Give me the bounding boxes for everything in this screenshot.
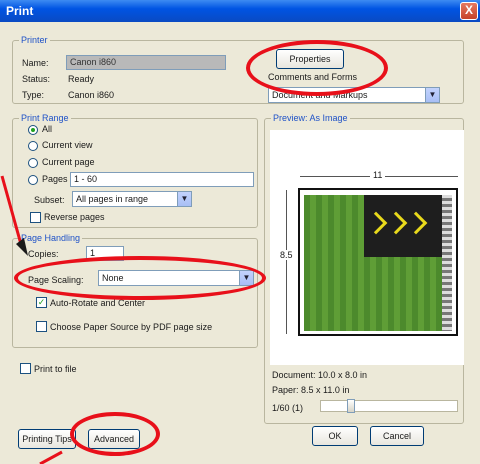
annotation-ellipse-page-scaling [14,256,266,300]
slider-thumb[interactable] [347,399,355,413]
radio-current-page[interactable] [28,158,38,168]
printer-type-value: Canon i860 [68,90,115,100]
document-size: Document: 10.0 x 8.0 in [272,370,368,380]
cancel-button[interactable]: Cancel [370,426,424,446]
radio-current-view-label: Current view [42,140,93,150]
printing-tips-button[interactable]: Printing Tips [18,429,76,449]
printer-type-label: Type: [22,90,45,100]
copies-label: Copies: [28,249,59,259]
radio-all-label: All [42,124,53,134]
title-bar[interactable]: Print X [0,0,480,22]
printer-status-value: Ready [68,74,95,84]
paper-size: Paper: 8.5 x 11.0 in [272,385,350,395]
printer-name-field[interactable]: Canon i860 [66,55,226,70]
printer-status-label: Status: [22,74,51,84]
subset-label: Subset: [34,195,65,205]
paper-source-checkbox[interactable] [36,321,47,332]
annotation-ellipse-advanced [70,412,160,456]
subset-select[interactable]: All pages in range ▼ [72,191,192,207]
page-handling-legend: Page Handling [19,233,83,243]
print-to-file-checkbox[interactable] [20,363,31,374]
pages-range-input[interactable]: 1 - 60 [70,172,254,187]
print-range-legend: Print Range [19,113,71,123]
page-counter: 1/60 (1) [272,403,304,413]
preview-height-label: 8.5 [280,250,293,260]
chevron-down-icon[interactable]: ▼ [177,192,191,206]
print-to-file-label: Print to file [34,364,77,374]
preview-width-label: 11 [370,170,386,180]
printer-legend: Printer [19,35,50,45]
annotation-ellipse-properties [246,40,388,96]
height-dimension-line [286,190,287,334]
print-dialog: Print X Printer Name: Canon i860 Status:… [0,0,480,464]
preview-legend: Preview: As Image [271,113,350,123]
ok-button[interactable]: OK [312,426,358,446]
paper-source-label: Choose Paper Source by PDF page size [50,322,213,332]
dialog-title: Print [6,4,34,18]
page-slider[interactable] [320,399,458,413]
printer-name-label: Name: [22,58,49,68]
auto-rotate-checkbox[interactable]: ✓ [36,297,47,308]
reverse-pages-label: Reverse pages [44,212,105,222]
radio-all[interactable] [28,125,38,135]
reverse-pages-checkbox[interactable] [30,212,41,223]
radio-current-view[interactable] [28,141,38,151]
chevron-down-icon[interactable]: ▼ [425,88,439,102]
annotation-arrow-advanced [39,450,63,464]
radio-current-page-label: Current page [42,157,95,167]
close-icon[interactable]: X [460,2,478,20]
subset-value: All pages in range [76,194,149,204]
radio-pages-label: Pages [42,174,68,184]
radio-pages[interactable] [28,175,38,185]
preview-image-stripe [442,195,452,331]
